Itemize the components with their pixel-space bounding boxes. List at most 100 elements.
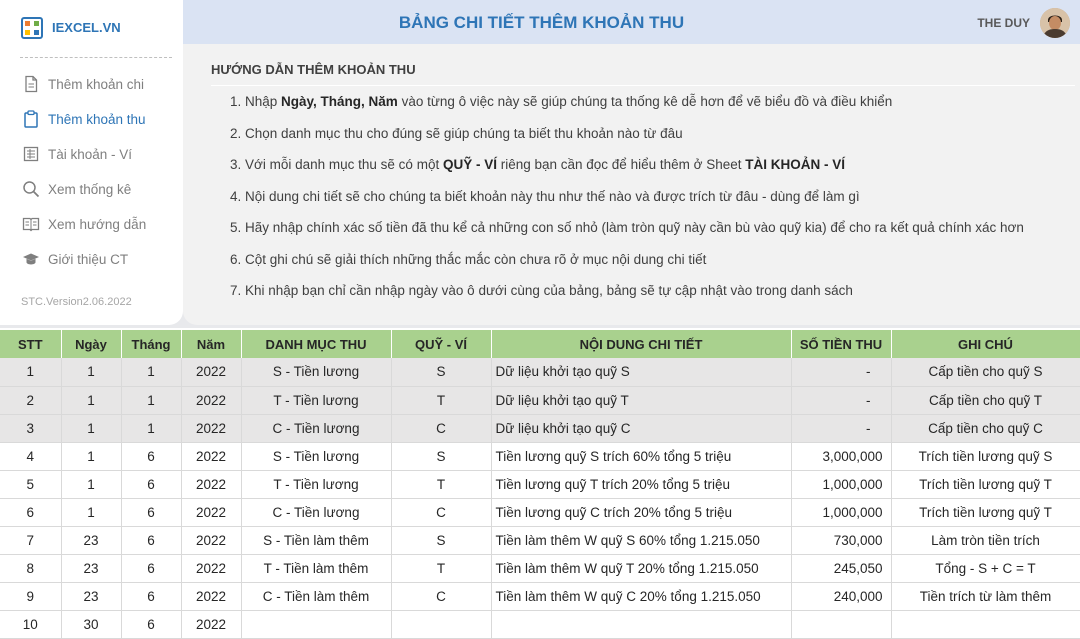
cell-thang[interactable]: 6: [121, 498, 182, 527]
column-header-danh-muc-thu[interactable]: DANH MỤC THU: [241, 330, 392, 358]
cell-ghi-chu[interactable]: Cấp tiền cho quỹ S: [891, 358, 1080, 387]
cell-noi-dung[interactable]: Dữ liệu khởi tạo quỹ C: [491, 414, 792, 443]
cell-nam[interactable]: 2022: [181, 582, 242, 611]
cell-quy-vi[interactable]: T: [391, 386, 492, 415]
cell-thang[interactable]: 1: [121, 386, 182, 415]
cell-so-tien-thu[interactable]: 1,000,000: [791, 498, 892, 527]
cell-danh-muc-thu[interactable]: S - Tiền làm thêm: [241, 526, 392, 555]
cell-nam[interactable]: 2022: [181, 414, 242, 443]
cell-danh-muc-thu[interactable]: C - Tiền làm thêm: [241, 582, 392, 611]
cell-thang[interactable]: 6: [121, 582, 182, 611]
column-header-ngay[interactable]: Ngày: [61, 330, 122, 358]
cell-quy-vi[interactable]: C: [391, 498, 492, 527]
cell-danh-muc-thu[interactable]: T - Tiền lương: [241, 470, 392, 499]
avatar[interactable]: [1040, 8, 1070, 38]
cell-thang[interactable]: 6: [121, 554, 182, 583]
cell-noi-dung[interactable]: Tiền làm thêm W quỹ S 60% tổng 1.215.050: [491, 526, 792, 555]
cell-so-tien-thu[interactable]: 240,000: [791, 582, 892, 611]
cell-nam[interactable]: 2022: [181, 442, 242, 471]
cell-so-tien-thu[interactable]: 730,000: [791, 526, 892, 555]
cell-ngay[interactable]: 1: [61, 414, 122, 443]
cell-quy-vi[interactable]: C: [391, 414, 492, 443]
cell-nam[interactable]: 2022: [181, 386, 242, 415]
cell-noi-dung[interactable]: Tiền lương quỹ S trích 60% tổng 5 triệu: [491, 442, 792, 471]
cell-stt[interactable]: 10: [0, 610, 62, 639]
cell-thang[interactable]: 6: [121, 526, 182, 555]
cell-nam[interactable]: 2022: [181, 526, 242, 555]
cell-so-tien-thu[interactable]: 245,050: [791, 554, 892, 583]
cell-stt[interactable]: 9: [0, 582, 62, 611]
cell-so-tien-thu[interactable]: 1,000,000: [791, 470, 892, 499]
cell-ngay[interactable]: 23: [61, 526, 122, 555]
cell-so-tien-thu[interactable]: -: [791, 386, 892, 415]
cell-ngay[interactable]: 1: [61, 386, 122, 415]
sidebar-item-gioi-thieu-ct[interactable]: Giới thiệu CT: [22, 248, 128, 270]
cell-danh-muc-thu[interactable]: S - Tiền lương: [241, 358, 392, 387]
cell-noi-dung[interactable]: Dữ liệu khởi tạo quỹ T: [491, 386, 792, 415]
cell-ghi-chu[interactable]: Cấp tiền cho quỹ T: [891, 386, 1080, 415]
cell-stt[interactable]: 3: [0, 414, 62, 443]
cell-so-tien-thu[interactable]: -: [791, 414, 892, 443]
cell-noi-dung[interactable]: Dữ liệu khởi tạo quỹ S: [491, 358, 792, 387]
cell-quy-vi[interactable]: S: [391, 526, 492, 555]
cell-noi-dung[interactable]: Tiền làm thêm W quỹ C 20% tổng 1.215.050: [491, 582, 792, 611]
cell-ngay[interactable]: 1: [61, 358, 122, 387]
cell-danh-muc-thu[interactable]: T - Tiền lương: [241, 386, 392, 415]
cell-ghi-chu[interactable]: Trích tiền lương quỹ T: [891, 470, 1080, 499]
cell-noi-dung[interactable]: Tiền lương quỹ C trích 20% tổng 5 triệu: [491, 498, 792, 527]
cell-noi-dung[interactable]: Tiền lương quỹ T trích 20% tổng 5 triệu: [491, 470, 792, 499]
cell-ghi-chu[interactable]: Trích tiền lương quỹ T: [891, 498, 1080, 527]
cell-quy-vi[interactable]: S: [391, 358, 492, 387]
cell-nam[interactable]: 2022: [181, 470, 242, 499]
cell-thang[interactable]: 6: [121, 610, 182, 639]
cell-so-tien-thu[interactable]: [791, 610, 892, 639]
cell-stt[interactable]: 8: [0, 554, 62, 583]
sidebar-item-tai-khoan-vi[interactable]: Tài khoản - Ví: [22, 143, 132, 165]
cell-ghi-chu[interactable]: Tổng - S + C = T: [891, 554, 1080, 583]
cell-noi-dung[interactable]: [491, 610, 792, 639]
sidebar-item-them-khoan-chi[interactable]: Thêm khoản chi: [22, 73, 144, 95]
cell-danh-muc-thu[interactable]: C - Tiền lương: [241, 414, 392, 443]
cell-nam[interactable]: 2022: [181, 358, 242, 387]
cell-stt[interactable]: 7: [0, 526, 62, 555]
cell-ngay[interactable]: 1: [61, 498, 122, 527]
cell-quy-vi[interactable]: T: [391, 554, 492, 583]
cell-quy-vi[interactable]: S: [391, 442, 492, 471]
cell-stt[interactable]: 5: [0, 470, 62, 499]
cell-noi-dung[interactable]: Tiền làm thêm W quỹ T 20% tổng 1.215.050: [491, 554, 792, 583]
cell-ghi-chu[interactable]: Tiền trích từ làm thêm: [891, 582, 1080, 611]
cell-ghi-chu[interactable]: Cấp tiền cho quỹ C: [891, 414, 1080, 443]
cell-danh-muc-thu[interactable]: C - Tiền lương: [241, 498, 392, 527]
cell-ngay[interactable]: 23: [61, 582, 122, 611]
cell-thang[interactable]: 6: [121, 470, 182, 499]
cell-nam[interactable]: 2022: [181, 554, 242, 583]
cell-ngay[interactable]: 23: [61, 554, 122, 583]
cell-stt[interactable]: 4: [0, 442, 62, 471]
cell-so-tien-thu[interactable]: -: [791, 358, 892, 387]
cell-stt[interactable]: 6: [0, 498, 62, 527]
cell-ghi-chu[interactable]: Trích tiền lương quỹ S: [891, 442, 1080, 471]
cell-thang[interactable]: 1: [121, 358, 182, 387]
cell-nam[interactable]: 2022: [181, 610, 242, 639]
cell-ghi-chu[interactable]: [891, 610, 1080, 639]
cell-ngay[interactable]: 1: [61, 442, 122, 471]
cell-stt[interactable]: 1: [0, 358, 62, 387]
cell-so-tien-thu[interactable]: 3,000,000: [791, 442, 892, 471]
sidebar-item-them-khoan-thu[interactable]: Thêm khoản thu: [22, 108, 146, 130]
cell-quy-vi[interactable]: C: [391, 582, 492, 611]
column-header-quy-vi[interactable]: QUỸ - VÍ: [391, 330, 492, 358]
cell-ngay[interactable]: 1: [61, 470, 122, 499]
column-header-nam[interactable]: Năm: [181, 330, 242, 358]
cell-ghi-chu[interactable]: Làm tròn tiền trích: [891, 526, 1080, 555]
cell-danh-muc-thu[interactable]: S - Tiền lương: [241, 442, 392, 471]
cell-thang[interactable]: 1: [121, 414, 182, 443]
column-header-so-tien-thu[interactable]: SỐ TIỀN THU: [791, 330, 892, 358]
cell-thang[interactable]: 6: [121, 442, 182, 471]
column-header-ghi-chu[interactable]: GHI CHÚ: [891, 330, 1080, 358]
cell-ngay[interactable]: 30: [61, 610, 122, 639]
cell-danh-muc-thu[interactable]: T - Tiền làm thêm: [241, 554, 392, 583]
cell-quy-vi[interactable]: T: [391, 470, 492, 499]
sidebar-item-xem-huong-dan[interactable]: Xem hướng dẫn: [22, 213, 146, 235]
cell-danh-muc-thu[interactable]: [241, 610, 392, 639]
cell-nam[interactable]: 2022: [181, 498, 242, 527]
